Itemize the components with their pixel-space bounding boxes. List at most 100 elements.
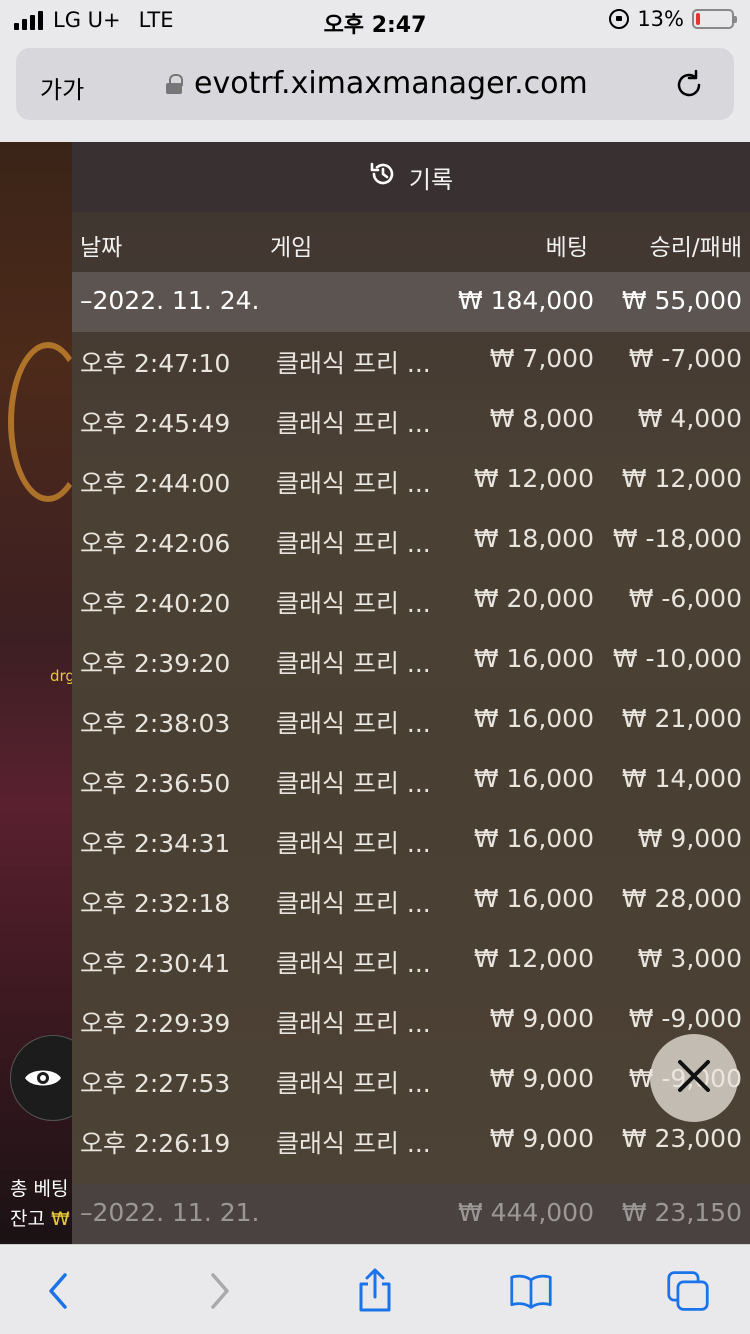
row-game: 클래식 프리 ... [276, 469, 431, 498]
table-row[interactable]: 오후 2:26:19 클래식 프리 ... ₩ 9,000 ₩ 23,000 [72, 1112, 750, 1172]
url-display[interactable]: evotrf.ximaxmanager.com [166, 66, 588, 101]
status-bar-right: 13% [609, 7, 737, 31]
text-size-button[interactable]: 가가 [40, 70, 84, 105]
table-row[interactable]: 오후 2:40:20 클래식 프리 ... ₩ 20,000 ₩ -6,000 [72, 572, 750, 632]
row-win-loss: ₩ -7,000 [628, 344, 742, 373]
battery-percent: 13% [637, 7, 684, 31]
table-row[interactable]: 오후 2:30:41 클래식 프리 ... ₩ 12,000 ₩ 3,000 [72, 932, 750, 992]
table-row[interactable]: 오후 2:27:53클래식 프리 ...₩ 9,000₩ -9,000 [72, 1052, 750, 1112]
row-game: 클래식 프리 ... [276, 349, 431, 378]
row-win-loss: ₩ 23,000 [621, 1124, 742, 1153]
row-win-loss: ₩ -18,000 [612, 524, 742, 553]
group-date: –2022. 11. 24. [80, 286, 260, 315]
history-panel: 기록 날짜 게임 베팅 승리/패배 –2022. 11. 24. ₩ 184,0… [72, 142, 750, 1244]
table-row[interactable]: 오후 2:39:20 클래식 프리 ... ₩ 16,000 ₩ -10,000 [72, 632, 750, 692]
column-header-game[interactable]: 게임 [270, 228, 312, 262]
network-label: LTE [138, 8, 174, 32]
table-row[interactable]: 오후 2:47:10 클래식 프리 ... ₩ 7,000 ₩ -7,000 [72, 332, 750, 392]
row-win-loss: ₩ 14,000 [621, 764, 742, 793]
history-header: 기록 [72, 142, 750, 212]
row-game: 클래식 프리 ... [276, 769, 431, 798]
group-date: –2022. 11. 21. [80, 1198, 260, 1227]
row-game: 클래식 프리 ... [276, 949, 431, 978]
row-bet: ₩ 20,000 [473, 584, 594, 613]
table-row[interactable]: 오후 2:36:50 클래식 프리 ... ₩ 16,000 ₩ 14,000 [72, 752, 750, 812]
column-headers: 날짜 게임 베팅 승리/패배 [72, 212, 750, 272]
row-game: 클래식 프리 ... [276, 829, 431, 858]
table-row[interactable]: 오후 2:44:00 클래식 프리 ... ₩ 12,000 ₩ 12,000 [72, 452, 750, 512]
row-time: 오후 2:38:03 [80, 709, 231, 738]
group-bet-total: ₩ 184,000 [457, 286, 594, 315]
battery-icon [692, 9, 737, 29]
table-row[interactable]: 오후 2:32:18 클래식 프리 ... ₩ 16,000 ₩ 28,000 [72, 872, 750, 932]
address-bar[interactable]: 가가 evotrf.ximaxmanager.com [16, 48, 734, 120]
tabs-icon[interactable] [666, 1269, 710, 1313]
row-time: 오후 2:29:39 [80, 1009, 231, 1038]
date-group-row[interactable]: –2022. 11. 24. ₩ 184,000 ₩ 55,000 [72, 272, 750, 332]
row-time: 오후 2:44:00 [80, 469, 231, 498]
row-bet: ₩ 16,000 [473, 824, 594, 853]
share-icon[interactable] [353, 1268, 397, 1313]
row-win-loss: ₩ 21,000 [621, 704, 742, 733]
battery-level [696, 13, 701, 25]
chevron-left-icon[interactable] [36, 1269, 80, 1313]
row-time: 오후 2:36:50 [80, 769, 231, 798]
date-group-row-next[interactable]: –2022. 11. 21. ₩ 444,000 ₩ 23,150 [72, 1184, 750, 1244]
row-time: 오후 2:42:06 [80, 529, 231, 558]
row-bet: ₩ 9,000 [489, 1064, 594, 1093]
row-game: 클래식 프리 ... [276, 709, 431, 738]
row-game: 클래식 프리 ... [276, 589, 431, 618]
row-time: 오후 2:34:31 [80, 829, 231, 858]
row-win-loss: ₩ 3,000 [637, 944, 742, 973]
table-row[interactable]: 오후 2:34:31 클래식 프리 ... ₩ 16,000 ₩ 9,000 [72, 812, 750, 872]
row-time: 오후 2:30:41 [80, 949, 231, 978]
close-icon [674, 1056, 714, 1100]
signal-icon [14, 10, 43, 30]
row-game: 클래식 프리 ... [276, 1069, 431, 1098]
table-row[interactable]: 오후 2:42:06 클래식 프리 ... ₩ 18,000 ₩ -18,000 [72, 512, 750, 572]
browser-toolbar [0, 1244, 750, 1334]
table-row[interactable]: 오후 2:29:39 클래식 프리 ... ₩ 9,000 ₩ -9,000 [72, 992, 750, 1052]
row-bet: ₩ 7,000 [489, 344, 594, 373]
carrier-label: LG U+ [53, 8, 121, 32]
padlock-icon [166, 73, 183, 94]
url-text: evotrf.ximaxmanager.com [194, 66, 588, 101]
status-bar-left: LG U+ LTE [14, 8, 174, 32]
row-time: 오후 2:45:49 [80, 409, 231, 438]
row-bet: ₩ 16,000 [473, 884, 594, 913]
column-header-date[interactable]: 날짜 [80, 228, 122, 262]
group-win-total: ₩ 23,150 [621, 1198, 742, 1227]
row-time: 오후 2:39:20 [80, 649, 231, 678]
balance-value: ₩ [51, 1208, 70, 1230]
table-row[interactable]: 오후 2:38:03 클래식 프리 ... ₩ 16,000 ₩ 21,000 [72, 692, 750, 752]
balance-label: 잔고 [10, 1208, 45, 1230]
row-game: 클래식 프리 ... [276, 1129, 431, 1158]
row-bet: ₩ 8,000 [489, 404, 594, 433]
history-title: 기록 [408, 165, 454, 194]
chevron-right-icon[interactable] [198, 1269, 242, 1313]
history-rows: 오후 2:47:10 클래식 프리 ... ₩ 7,000 ₩ -7,000 오후 2… [72, 332, 750, 1172]
row-win-loss: ₩ 9,000 [637, 824, 742, 853]
row-time: 오후 2:26:19 [80, 1129, 231, 1158]
column-header-bet[interactable]: 베팅 [546, 228, 588, 262]
status-bar: LG U+ LTE 오후 2:47 13% [0, 0, 750, 40]
row-win-loss: ₩ 4,000 [637, 404, 742, 433]
row-bet: ₩ 9,000 [489, 1004, 594, 1033]
close-button[interactable] [650, 1034, 738, 1122]
row-game: 클래식 프리 ... [276, 649, 431, 678]
table-row[interactable]: 오후 2:45:49 클래식 프리 ... ₩ 8,000 ₩ 4,000 [72, 392, 750, 452]
row-time: 오후 2:32:18 [80, 889, 231, 918]
row-bet: ₩ 16,000 [473, 764, 594, 793]
row-bet: ₩ 12,000 [473, 464, 594, 493]
row-bet: ₩ 16,000 [473, 644, 594, 673]
book-icon[interactable] [509, 1269, 553, 1313]
group-bet-total: ₩ 444,000 [457, 1198, 594, 1227]
column-header-win-loss[interactable]: 승리/패배 [650, 228, 742, 262]
row-win-loss: ₩ -9,000 [628, 1004, 742, 1033]
row-game: 클래식 프리 ... [276, 1009, 431, 1038]
browser-address-area: 가가 evotrf.ximaxmanager.com [0, 40, 750, 142]
row-win-loss: ₩ -10,000 [612, 644, 742, 673]
row-time: 오후 2:47:10 [80, 349, 231, 378]
row-bet: ₩ 16,000 [473, 704, 594, 733]
reload-icon[interactable] [672, 68, 706, 106]
